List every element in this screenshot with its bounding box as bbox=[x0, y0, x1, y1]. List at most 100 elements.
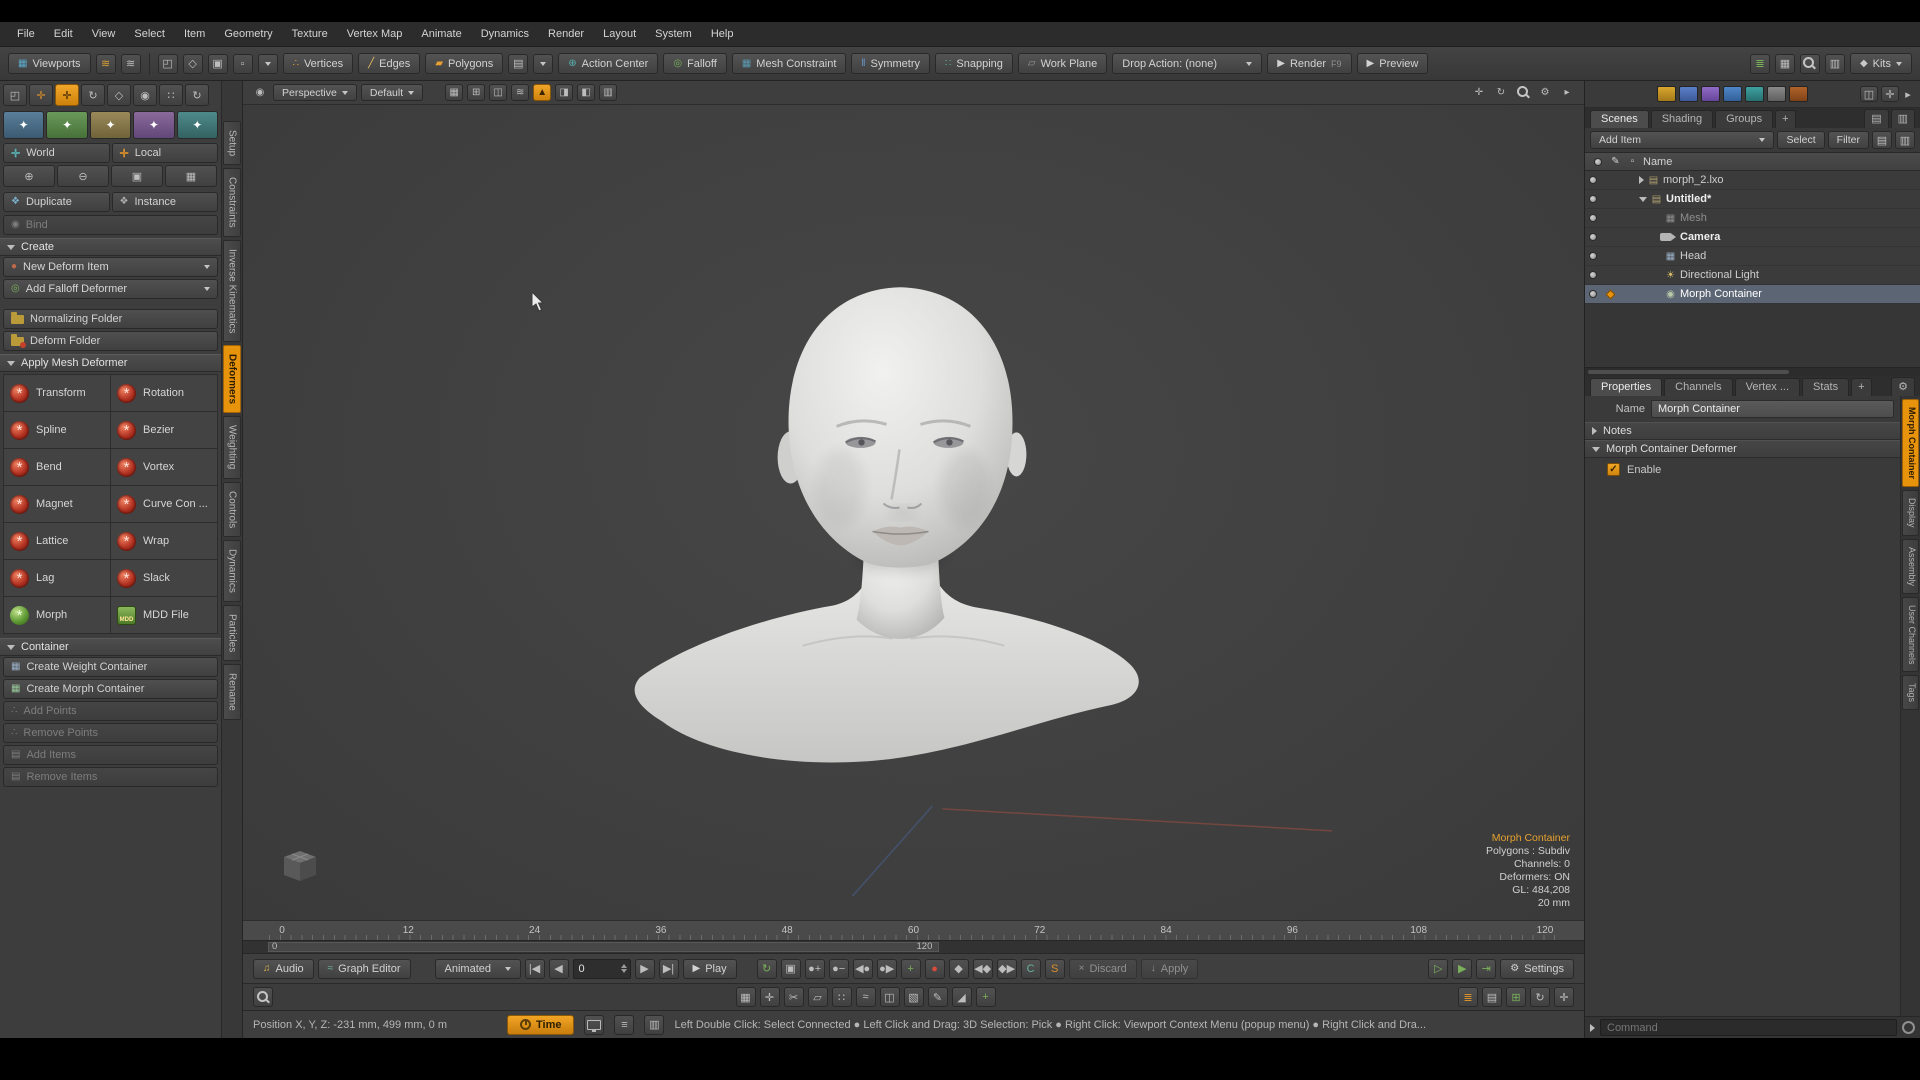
scale-tool-icon[interactable]: ◇ bbox=[107, 84, 131, 106]
item-add-icon[interactable]: ▦ bbox=[165, 165, 217, 187]
tab-dynamics[interactable]: Dynamics bbox=[223, 539, 241, 602]
search-icon[interactable] bbox=[1799, 53, 1820, 74]
eye-icon[interactable] bbox=[1588, 176, 1597, 184]
parent-tool-icon[interactable]: ⊕ bbox=[3, 165, 55, 187]
vertices-mode-button[interactable]: ∴ Vertices bbox=[282, 53, 354, 74]
rtab-morph-container[interactable]: Morph Container bbox=[1902, 399, 1919, 487]
deform-folder-button[interactable]: Deform Folder bbox=[3, 331, 218, 351]
deformer-magnet[interactable]: Magnet bbox=[4, 486, 110, 522]
display-mode-icon[interactable] bbox=[584, 1014, 605, 1035]
anim-mode-dropdown[interactable]: Animated bbox=[434, 958, 521, 979]
orbit-view-icon[interactable]: ↻ bbox=[1492, 84, 1510, 101]
mesh-constraint-button[interactable]: ▦ Mesh Constraint bbox=[731, 53, 847, 74]
deformer-morph[interactable]: Morph bbox=[4, 597, 110, 633]
menu-system[interactable]: System bbox=[646, 25, 701, 43]
move-tool-icon[interactable]: ✛ bbox=[29, 84, 53, 106]
active-shading-icon[interactable]: ▲ bbox=[533, 84, 552, 101]
instance-button[interactable]: ❖ Instance bbox=[111, 192, 218, 212]
dynamics-palette-icon[interactable] bbox=[1745, 86, 1764, 102]
viewport-settings-icon[interactable]: ⚙ bbox=[1536, 84, 1554, 101]
panel-more-icon[interactable]: ▸ bbox=[1902, 84, 1914, 104]
layout-split-icon[interactable]: ≋ bbox=[95, 53, 116, 74]
deformer-bend[interactable]: Bend bbox=[4, 449, 110, 485]
tab-rename[interactable]: Rename bbox=[223, 664, 241, 720]
move-action-icon[interactable]: ✛ bbox=[759, 987, 780, 1007]
lasso-select-icon[interactable]: ◇ bbox=[182, 53, 203, 74]
vertex-dots-icon[interactable]: ∷ bbox=[831, 987, 852, 1007]
morph-container-deformer-header[interactable]: Morph Container Deformer bbox=[1585, 440, 1900, 458]
mode-dropdown-icon[interactable] bbox=[533, 53, 554, 74]
menu-select[interactable]: Select bbox=[125, 25, 174, 43]
deformer-mdd-file[interactable]: MDD MDD File bbox=[111, 597, 217, 633]
tab-weighting[interactable]: Weighting bbox=[223, 416, 241, 479]
quad-view-icon[interactable]: ⊞ bbox=[467, 84, 486, 101]
menu-vertex-map[interactable]: Vertex Map bbox=[338, 25, 412, 43]
grid-snap-icon[interactable]: ⊞ bbox=[1506, 987, 1526, 1007]
prev-frame-icon[interactable]: ◀ bbox=[548, 958, 569, 979]
projection-dropdown[interactable]: Perspective bbox=[273, 84, 357, 101]
workplane-snap-icon[interactable]: ▱ bbox=[807, 987, 828, 1007]
local-axis-button[interactable]: ✛ Local bbox=[111, 143, 218, 163]
rtab-user-channels[interactable]: User Channels bbox=[1902, 596, 1919, 673]
tab-groups[interactable]: Groups bbox=[1715, 110, 1774, 128]
tab-shading[interactable]: Shading bbox=[1650, 110, 1714, 128]
timeline-range-bar[interactable]: 0 120 bbox=[243, 940, 1584, 953]
pan-view-icon[interactable]: ✛ bbox=[1470, 84, 1488, 101]
render-palette-icon[interactable] bbox=[1723, 86, 1742, 102]
uv-palette-icon[interactable] bbox=[1679, 86, 1698, 102]
eye-icon[interactable] bbox=[1588, 195, 1597, 203]
go-to-end-icon[interactable]: ▶| bbox=[658, 958, 679, 979]
tree-row-head[interactable]: ▦ Head bbox=[1585, 247, 1920, 266]
snap-tool-icon[interactable]: ∷ bbox=[159, 84, 183, 106]
tab-particles[interactable]: Particles bbox=[223, 604, 241, 662]
wireframe-icon[interactable]: ◫ bbox=[489, 84, 508, 101]
layout-switch-icon[interactable]: ≋ bbox=[120, 53, 141, 74]
discard-button[interactable]: × Discard bbox=[1068, 958, 1137, 979]
tab-constraints[interactable]: Constraints bbox=[223, 168, 241, 237]
rtab-tags[interactable]: Tags bbox=[1902, 675, 1919, 711]
frame-input[interactable] bbox=[573, 962, 621, 975]
range-thumb[interactable] bbox=[268, 942, 939, 952]
tree-row-scene-file[interactable]: ▤ morph_2.lxo bbox=[1585, 171, 1920, 190]
select-dropdown[interactable]: Select bbox=[1777, 131, 1825, 149]
duplicate-button[interactable]: ❖ Duplicate bbox=[3, 192, 110, 212]
edges-mode-button[interactable]: ╱ Edges bbox=[358, 53, 421, 74]
list-options-icon[interactable]: ▤ bbox=[1864, 109, 1889, 128]
zoom-view-icon[interactable] bbox=[1514, 84, 1532, 101]
pen-icon[interactable]: ✎ bbox=[927, 987, 948, 1007]
texture-icon[interactable]: ▥ bbox=[599, 84, 618, 101]
menu-texture[interactable]: Texture bbox=[283, 25, 337, 43]
item-list-empty-area[interactable] bbox=[1585, 304, 1920, 367]
add-track-icon[interactable]: + bbox=[900, 958, 921, 979]
scissors-icon[interactable]: ✂ bbox=[783, 987, 804, 1007]
mirror-icon[interactable]: ◫ bbox=[879, 987, 900, 1007]
slope-in-icon[interactable]: ◀◆ bbox=[972, 958, 993, 979]
name-column-header[interactable]: Name bbox=[1643, 156, 1672, 168]
deformer-bezier[interactable]: Bezier bbox=[111, 412, 217, 448]
kits-button[interactable]: ◆ Kits bbox=[1849, 53, 1912, 74]
render-button[interactable]: ▶ Render F9 bbox=[1267, 53, 1352, 74]
bind-button[interactable]: ◉ Bind bbox=[3, 215, 218, 235]
deformer-transform[interactable]: Transform bbox=[4, 375, 110, 411]
expander-icon[interactable] bbox=[1639, 176, 1644, 184]
topology-icon[interactable]: ▧ bbox=[903, 987, 924, 1007]
key-add-icon[interactable]: ●+ bbox=[804, 958, 825, 979]
add-tool-icon[interactable]: + bbox=[975, 987, 996, 1007]
kit-palette-icon[interactable] bbox=[1789, 86, 1808, 102]
sync-icon[interactable]: ↻ bbox=[1530, 987, 1550, 1007]
3d-viewport[interactable]: Morph Container Polygons : Subdiv Channe… bbox=[243, 105, 1584, 920]
graph-editor-button[interactable]: ≈ Graph Editor bbox=[317, 958, 411, 979]
grid-toggle-icon[interactable]: ▦ bbox=[445, 84, 464, 101]
pivot-tool-icon[interactable]: ◉ bbox=[133, 84, 157, 106]
enable-checkbox[interactable]: ✓ bbox=[1607, 463, 1620, 476]
lighting-icon[interactable]: ◧ bbox=[577, 84, 596, 101]
create-weight-container-button[interactable]: ▦ Create Weight Container bbox=[3, 657, 218, 677]
menu-layout[interactable]: Layout bbox=[594, 25, 645, 43]
properties-gear-icon[interactable]: ⚙ bbox=[1891, 377, 1915, 396]
time-toggle[interactable]: Time bbox=[507, 1014, 575, 1035]
prev-key-icon[interactable]: ◀● bbox=[852, 958, 873, 979]
filter-dropdown[interactable]: Filter bbox=[1827, 131, 1869, 149]
step-forward-icon[interactable]: ⇥ bbox=[1476, 958, 1497, 979]
tab-stats[interactable]: Stats bbox=[1802, 378, 1850, 396]
panel-pin-icon[interactable]: ✛ bbox=[1881, 86, 1899, 102]
